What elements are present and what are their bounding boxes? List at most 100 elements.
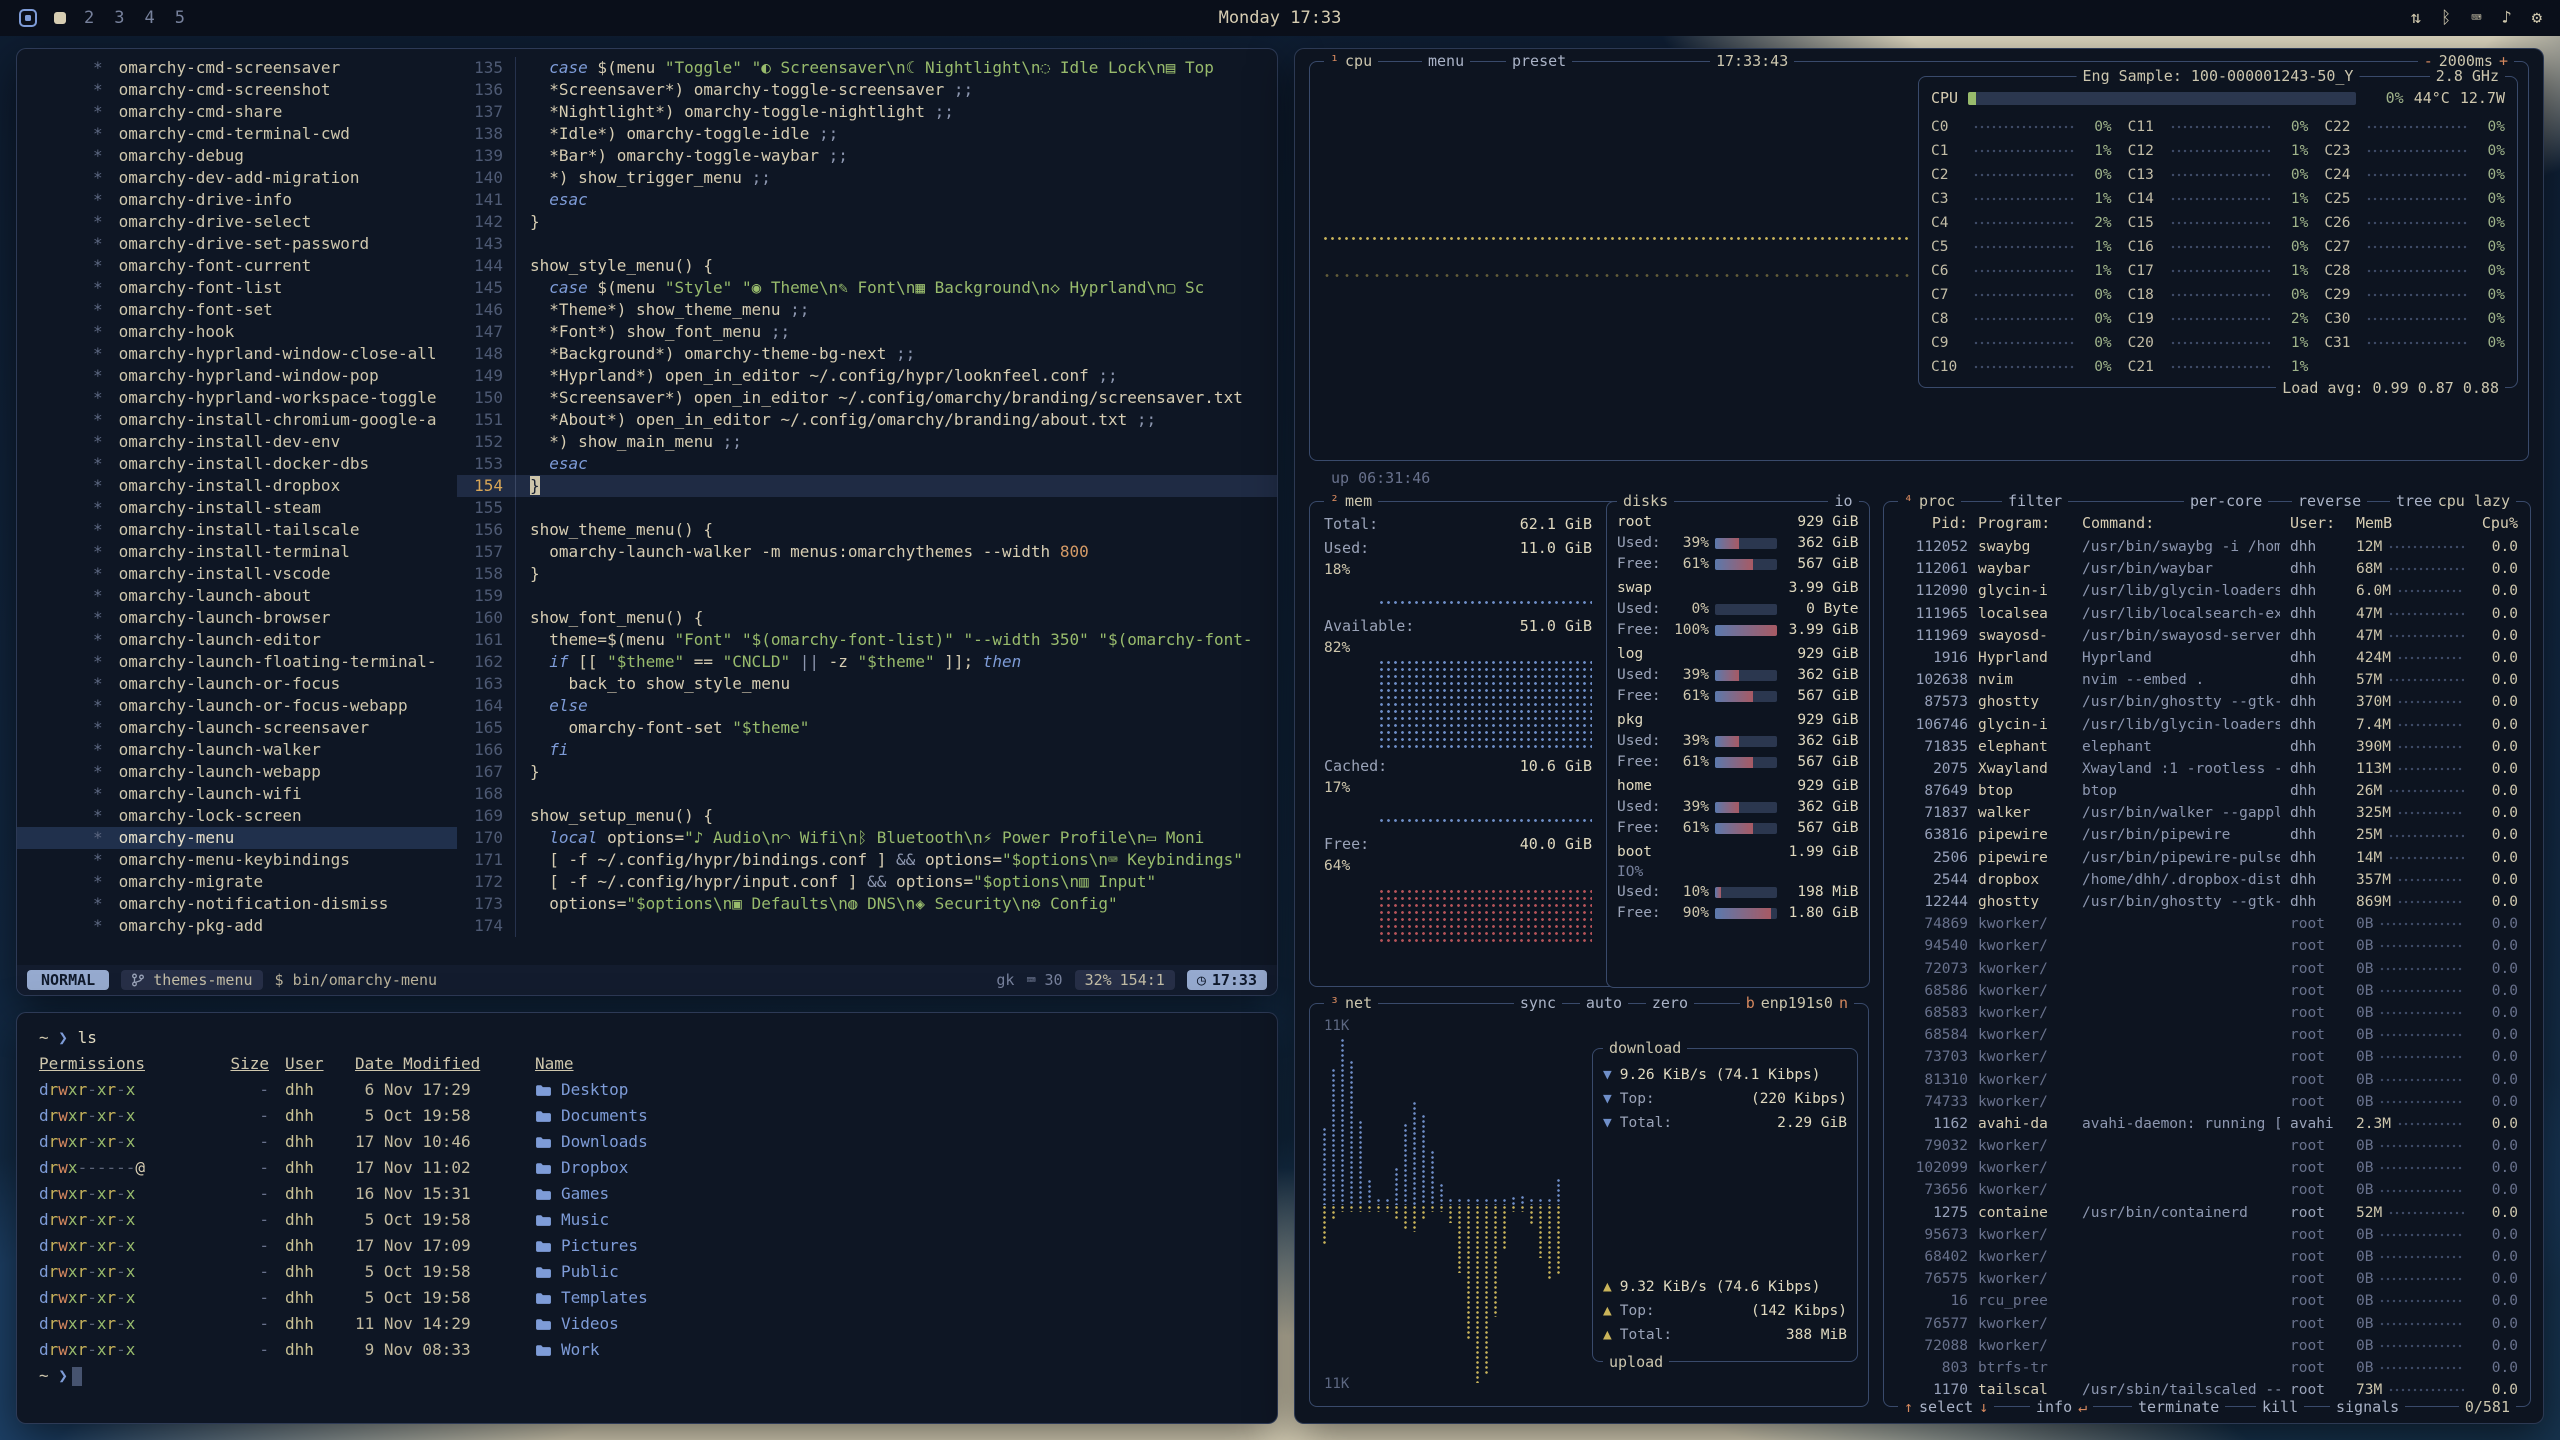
code-line[interactable]: 138 *Idle*) omarchy-toggle-idle ;; <box>457 123 1277 145</box>
code-line[interactable]: 157 omarchy-launch-walker -m menus:omarc… <box>457 541 1277 563</box>
code-line[interactable]: 169show_setup_menu() { <box>457 805 1277 827</box>
sidebar-item[interactable]: *omarchy-cmd-share <box>17 101 457 123</box>
process-row[interactable]: 803btrfs-trroot0B0.0 <box>1884 1357 2530 1379</box>
mem-box-title[interactable]: ²mem <box>1324 491 1378 511</box>
code-line[interactable]: 174 <box>457 915 1277 937</box>
process-row[interactable]: 68402kworker/root0B0.0 <box>1884 1246 2530 1268</box>
disks-title[interactable]: disks <box>1617 491 1674 511</box>
workspace-2[interactable]: 2 <box>82 8 96 28</box>
process-row[interactable]: 2075XwaylandXwayland :1 -rootless -dhh11… <box>1884 758 2530 780</box>
process-row[interactable]: 102099kworker/root0B0.0 <box>1884 1157 2530 1179</box>
process-row[interactable]: 81310kworker/root0B0.0 <box>1884 1069 2530 1091</box>
process-row[interactable]: 76575kworker/root0B0.0 <box>1884 1268 2530 1290</box>
sidebar-item[interactable]: *omarchy-font-current <box>17 255 457 277</box>
code-line[interactable]: 159 <box>457 585 1277 607</box>
process-row[interactable]: 12244ghostty/usr/bin/ghostty --gtk-dhh86… <box>1884 891 2530 913</box>
sidebar-item[interactable]: *omarchy-drive-set-password <box>17 233 457 255</box>
reverse-button[interactable]: reverse <box>2292 491 2367 511</box>
code-line[interactable]: 139 *Bar*) omarchy-toggle-waybar ;; <box>457 145 1277 167</box>
code-line[interactable]: 161 theme=$(menu "Font" "$(omarchy-font-… <box>457 629 1277 651</box>
sidebar-item[interactable]: *omarchy-launch-floating-terminal- <box>17 651 457 673</box>
process-row[interactable]: 72073kworker/root0B0.0 <box>1884 958 2530 980</box>
code-line[interactable]: 163 back_to show_style_menu <box>457 673 1277 695</box>
code-line[interactable]: 158} <box>457 563 1277 585</box>
sidebar-item[interactable]: *omarchy-launch-or-focus <box>17 673 457 695</box>
new-prompt-line[interactable]: ~ ❯ <box>39 1363 1255 1389</box>
sidebar-item[interactable]: *omarchy-hyprland-window-close-all <box>17 343 457 365</box>
code-line[interactable]: 166 fi <box>457 739 1277 761</box>
io-mode-button[interactable]: io <box>1828 491 1858 511</box>
code-line[interactable]: 167} <box>457 761 1277 783</box>
sidebar-item[interactable]: *omarchy-install-docker-dbs <box>17 453 457 475</box>
net-zero-button[interactable]: zero <box>1646 993 1694 1013</box>
process-row[interactable]: 73703kworker/root0B0.0 <box>1884 1046 2530 1068</box>
process-row[interactable]: 111965localsea/usr/lib/localsearch-exdhh… <box>1884 603 2530 625</box>
sidebar-item[interactable]: *omarchy-cmd-screensaver <box>17 57 457 79</box>
code-line[interactable]: 162 if [[ "$theme" == "CNCLD" || -z "$th… <box>457 651 1277 673</box>
sidebar-item[interactable]: *omarchy-migrate <box>17 871 457 893</box>
process-row[interactable]: 102638nvimnvim --embed .dhh57M0.0 <box>1884 669 2530 691</box>
sidebar-item[interactable]: *omarchy-drive-select <box>17 211 457 233</box>
process-row[interactable]: 68584kworker/root0B0.0 <box>1884 1024 2530 1046</box>
code-line[interactable]: 153 esac <box>457 453 1277 475</box>
process-row[interactable]: 68583kworker/root0B0.0 <box>1884 1002 2530 1024</box>
process-row[interactable]: 71837walker/usr/bin/walker --gappldhh325… <box>1884 802 2530 824</box>
sidebar-item[interactable]: *omarchy-launch-wifi <box>17 783 457 805</box>
sidebar-item[interactable]: *omarchy-cmd-terminal-cwd <box>17 123 457 145</box>
process-row[interactable]: 1275containe/usr/bin/containerdroot52M0.… <box>1884 1202 2530 1224</box>
process-row[interactable]: 73656kworker/root0B0.0 <box>1884 1179 2530 1201</box>
signals-control[interactable]: signals <box>2330 1397 2405 1417</box>
per-core-button[interactable]: per-core <box>2184 491 2268 511</box>
sidebar-item[interactable]: *omarchy-menu <box>17 827 457 849</box>
code-line[interactable]: 140 *) show_trigger_menu ;; <box>457 167 1277 189</box>
sidebar-item[interactable]: *omarchy-launch-about <box>17 585 457 607</box>
menu-button[interactable]: menu <box>1422 51 1470 71</box>
volume-icon[interactable]: ♪ <box>2502 8 2512 28</box>
preset-button[interactable]: preset <box>1506 51 1572 71</box>
workspace-5[interactable]: 5 <box>173 8 187 28</box>
code-line[interactable]: 143 <box>457 233 1277 255</box>
code-line[interactable]: 172 [ -f ~/.config/hypr/input.conf ] && … <box>457 871 1277 893</box>
info-control[interactable]: info↵ <box>2030 1397 2093 1417</box>
code-line[interactable]: 145 case $(menu "Style" "◉ Theme\n✎ Font… <box>457 277 1277 299</box>
select-control[interactable]: ↑select↓ <box>1898 1397 1994 1417</box>
net-box-title[interactable]: ³net <box>1324 993 1378 1013</box>
process-row[interactable]: 76577kworker/root0B0.0 <box>1884 1313 2530 1335</box>
code-line[interactable]: 137 *Nightlight*) omarchy-toggle-nightli… <box>457 101 1277 123</box>
code-line[interactable]: 152 *) show_main_menu ;; <box>457 431 1277 453</box>
code-line[interactable]: 144show_style_menu() { <box>457 255 1277 277</box>
clock[interactable]: Monday 17:33 <box>1219 8 1342 28</box>
code-line[interactable]: 141 esac <box>457 189 1277 211</box>
sidebar-item[interactable]: *omarchy-install-tailscale <box>17 519 457 541</box>
code-line[interactable]: 168 <box>457 783 1277 805</box>
code-line[interactable]: 165 omarchy-font-set "$theme" <box>457 717 1277 739</box>
process-row[interactable]: 79032kworker/root0B0.0 <box>1884 1135 2530 1157</box>
code-line[interactable]: 146 *Theme*) show_theme_menu ;; <box>457 299 1277 321</box>
process-row[interactable]: 112061waybar/usr/bin/waybardhh68M0.0 <box>1884 558 2530 580</box>
workspace-1-active[interactable] <box>54 12 66 24</box>
sidebar-item[interactable]: *omarchy-launch-webapp <box>17 761 457 783</box>
process-row[interactable]: 16rcu_preeroot0B0.0 <box>1884 1290 2530 1312</box>
process-row[interactable]: 106746glycin-i/usr/lib/glycin-loadersdhh… <box>1884 714 2530 736</box>
process-row[interactable]: 74733kworker/root0B0.0 <box>1884 1091 2530 1113</box>
proc-box-title[interactable]: ⁴proc <box>1898 491 1961 511</box>
code-line[interactable]: 154} <box>457 475 1277 497</box>
terminate-control[interactable]: terminate <box>2132 1397 2225 1417</box>
code-line[interactable]: 142} <box>457 211 1277 233</box>
code-line[interactable]: 171 [ -f ~/.config/hypr/bindings.conf ] … <box>457 849 1277 871</box>
workspace-4[interactable]: 4 <box>143 8 157 28</box>
sidebar-item[interactable]: *omarchy-hyprland-workspace-toggle <box>17 387 457 409</box>
code-line[interactable]: 147 *Font*) show_font_menu ;; <box>457 321 1277 343</box>
process-row[interactable]: 2544dropbox/home/dhh/.dropbox-distdhh357… <box>1884 869 2530 891</box>
process-row[interactable]: 68586kworker/root0B0.0 <box>1884 980 2530 1002</box>
sidebar-item[interactable]: *omarchy-launch-browser <box>17 607 457 629</box>
net-interface[interactable]: benp191s0n <box>1740 993 1854 1013</box>
sidebar-item[interactable]: *omarchy-hyprland-window-pop <box>17 365 457 387</box>
code-line[interactable]: 156show_theme_menu() { <box>457 519 1277 541</box>
filter-button[interactable]: filter <box>2002 491 2068 511</box>
omarchy-logo-icon[interactable] <box>18 8 38 28</box>
kill-control[interactable]: kill <box>2256 1397 2304 1417</box>
process-row[interactable]: 111969swayosd-/usr/bin/swayosd-serverdhh… <box>1884 625 2530 647</box>
process-row[interactable]: 87649btopbtopdhh26M0.0 <box>1884 780 2530 802</box>
sidebar-item[interactable]: *omarchy-install-steam <box>17 497 457 519</box>
